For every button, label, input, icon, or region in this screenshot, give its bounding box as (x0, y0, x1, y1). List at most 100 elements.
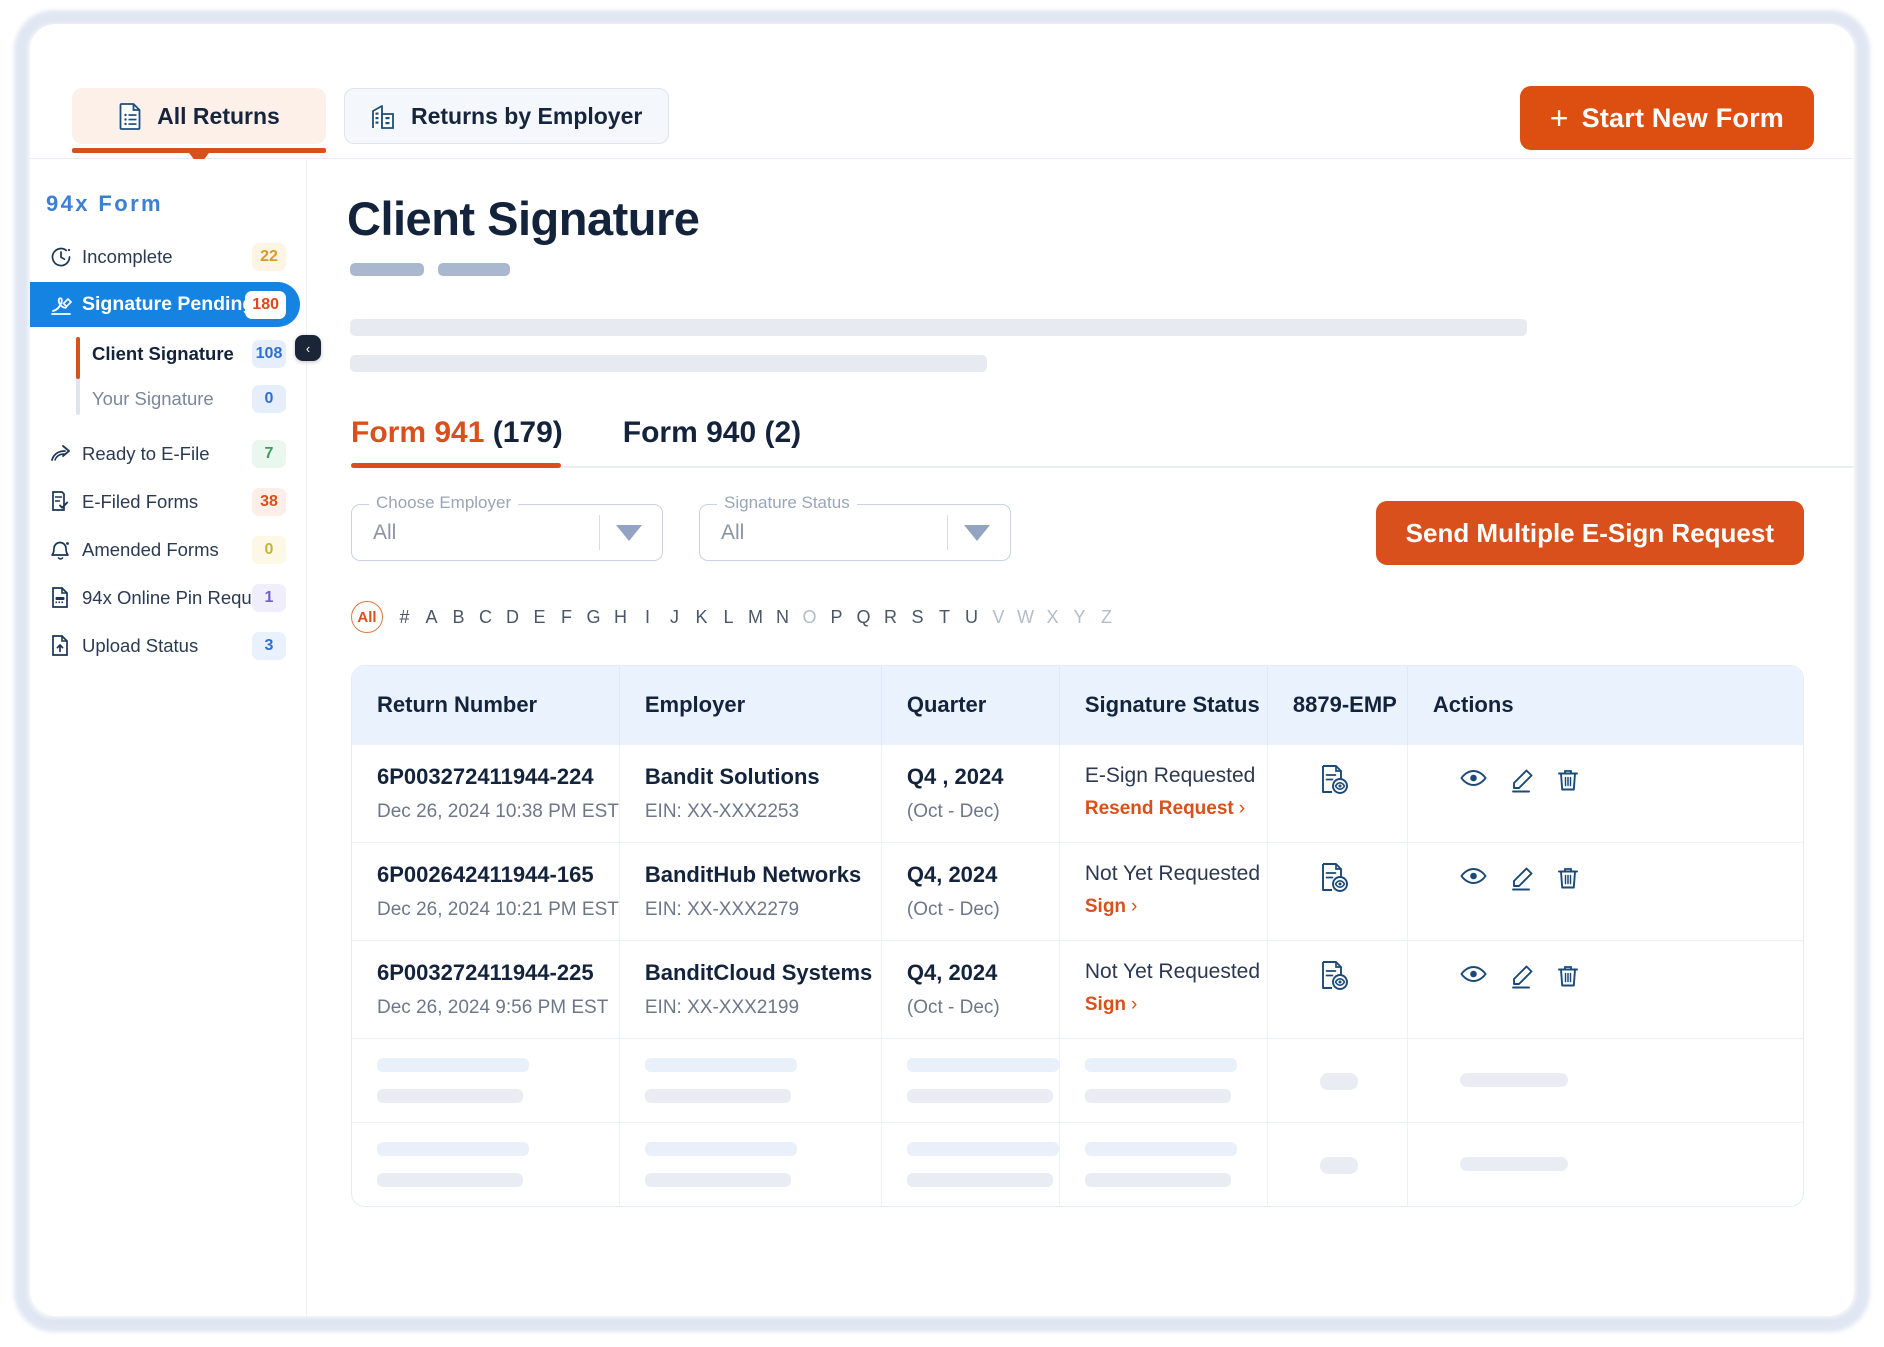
alpha-filter-j[interactable]: J (661, 607, 688, 628)
alpha-filter-v[interactable]: V (985, 607, 1012, 628)
cell-return-number: 6P002642411944-165 Dec 26, 2024 10:21 PM… (352, 842, 620, 941)
sidebar-item-94x-online-pin-request[interactable]: 94x Online Pin Request 1 (30, 575, 300, 620)
chevron-right-icon: › (1131, 896, 1138, 917)
trash-icon[interactable] (1556, 768, 1580, 793)
signature-status-action-link[interactable]: Sign › (1085, 896, 1267, 918)
eye-icon[interactable] (1460, 768, 1487, 793)
send-multiple-esign-request-button[interactable]: Send Multiple E-Sign Request (1375, 501, 1804, 565)
sidebar-title: 94x Form (46, 191, 164, 216)
tab-form-941[interactable]: Form 941 (179) (351, 416, 573, 468)
alpha-filter-p[interactable]: P (823, 607, 850, 628)
alpha-filter-r[interactable]: R (877, 607, 904, 628)
sidebar-subitem-your-signature[interactable]: Your Signature 0 (68, 376, 306, 421)
choose-employer-select[interactable]: Choose Employer All (351, 493, 663, 561)
sidebar-item-efiled-forms-label: E-Filed Forms (82, 490, 199, 512)
th-signature-status[interactable]: Signature Status (1059, 666, 1268, 745)
skeleton-pill (1319, 1157, 1358, 1174)
alpha-filter-l[interactable]: L (715, 607, 742, 628)
alpha-filter-hash[interactable]: # (391, 607, 418, 628)
sidebar-collapse-button[interactable]: ‹ (295, 335, 321, 361)
skeleton-bar (1084, 1173, 1231, 1187)
alpha-filter-all[interactable]: All (351, 601, 383, 633)
skeleton-bar (1459, 1073, 1568, 1087)
document-eye-icon[interactable] (1320, 863, 1350, 898)
pencil-icon[interactable] (1509, 866, 1534, 891)
signature-status-value: Not Yet Requested (1084, 960, 1261, 983)
sidebar-subitem-your-signature-label: Your Signature (92, 387, 214, 409)
tab-form-941-count: (179) (484, 416, 563, 449)
cell-actions (1407, 940, 1803, 1039)
alpha-filter-g[interactable]: G (580, 607, 607, 628)
tab-form-940[interactable]: Form 940 (2) (623, 416, 811, 466)
alpha-filter-a[interactable]: A (418, 607, 445, 628)
skeleton-bar (644, 1058, 797, 1072)
sidebar-badge-signature-pending: 180 (245, 290, 286, 319)
alpha-filter-s[interactable]: S (904, 607, 931, 628)
cell-skeleton (1059, 1122, 1268, 1206)
alpha-filter-n[interactable]: N (769, 607, 796, 628)
cell-skeleton (1059, 1038, 1268, 1123)
alpha-filter-f[interactable]: F (553, 607, 580, 628)
alpha-filter-m[interactable]: M (742, 607, 769, 628)
signature-status-select[interactable]: Signature Status All (699, 493, 1011, 561)
alpha-filter-i[interactable]: I (634, 607, 661, 628)
alpha-letters: # A B C D E F G H I J K L M N O P Q R S T U V W X Y Z (391, 607, 1120, 628)
sidebar-item-incomplete[interactable]: Incomplete 22 (30, 234, 300, 279)
skeleton-bar (1084, 1089, 1231, 1103)
sidebar-item-signature-pending[interactable]: Signature Pending 180 (30, 282, 300, 327)
alpha-filter-d[interactable]: D (499, 607, 526, 628)
alpha-filter-q[interactable]: Q (850, 607, 877, 628)
signature-status-action-link[interactable]: Sign › (1085, 994, 1267, 1016)
trash-icon[interactable] (1556, 964, 1580, 989)
alpha-filter-u[interactable]: U (958, 607, 985, 628)
sidebar-subitem-client-signature[interactable]: Client Signature 108 (68, 331, 306, 376)
signature-status-action-link[interactable]: Resend Request › (1085, 798, 1267, 820)
returns-table-head: Return Number Employer Quarter Signature… (352, 666, 1803, 745)
document-eye-icon[interactable] (1320, 765, 1350, 800)
tab-returns-by-employer[interactable]: Returns by Employer (344, 88, 670, 144)
sidebar-badge-ready-to-efile: 7 (252, 439, 286, 468)
alpha-filter-h[interactable]: H (607, 607, 634, 628)
sidebar-item-amended-forms[interactable]: Amended Forms 0 (30, 527, 300, 572)
pencil-icon[interactable] (1509, 768, 1534, 793)
cell-skeleton (881, 1122, 1060, 1206)
bell-icon (50, 539, 76, 561)
alpha-filter-b[interactable]: B (445, 607, 472, 628)
start-new-form-button[interactable]: + Start New Form (1519, 86, 1814, 150)
alpha-filter-y[interactable]: Y (1066, 607, 1093, 628)
chevron-down-icon[interactable] (616, 524, 642, 541)
cell-skeleton (619, 1122, 882, 1206)
document-eye-icon[interactable] (1320, 961, 1350, 996)
eye-icon[interactable] (1460, 866, 1487, 891)
alpha-filter-c[interactable]: C (472, 607, 499, 628)
pencil-icon[interactable] (1509, 964, 1534, 989)
cell-skeleton (1267, 1122, 1408, 1206)
th-8879-emp[interactable]: 8879-EMP (1267, 666, 1408, 745)
start-new-form-label: Start New Form (1581, 102, 1784, 133)
alpha-filter-e[interactable]: E (526, 607, 553, 628)
alpha-filter-t[interactable]: T (931, 607, 958, 628)
skeleton-bar (377, 1058, 529, 1072)
sidebar-item-upload-status[interactable]: Upload Status 3 (30, 623, 300, 668)
alpha-filter-z[interactable]: Z (1093, 607, 1120, 628)
table-row: 6P003272411944-225 Dec 26, 2024 9:56 PM … (352, 940, 1803, 1039)
top-bar: All Returns Returns by Employer + Start … (30, 24, 1854, 166)
alpha-filter-o[interactable]: O (796, 607, 823, 628)
trash-icon[interactable] (1556, 866, 1580, 891)
alpha-filter-x[interactable]: X (1039, 607, 1066, 628)
cell-quarter: Q4, 2024 (Oct - Dec) (881, 842, 1060, 941)
sidebar-item-upload-status-label: Upload Status (82, 634, 199, 656)
sidebar-item-ready-to-efile[interactable]: Ready to E-File 7 (30, 431, 300, 476)
tab-all-returns[interactable]: All Returns (72, 88, 326, 166)
chevron-down-icon[interactable] (964, 524, 990, 541)
sidebar-item-efiled-forms[interactable]: E-Filed Forms 38 (30, 479, 300, 524)
cell-signature-status: Not Yet Requested Sign › (1059, 842, 1268, 941)
th-employer[interactable]: Employer (619, 666, 882, 745)
th-quarter[interactable]: Quarter (881, 666, 1060, 745)
th-return-number[interactable]: Return Number (352, 666, 620, 745)
alpha-filter-k[interactable]: K (688, 607, 715, 628)
returns-table-wrapper: Return Number Employer Quarter Signature… (351, 665, 1804, 1207)
alpha-filter-w[interactable]: W (1012, 607, 1039, 628)
eye-icon[interactable] (1460, 964, 1487, 989)
cell-employer: BanditCloud Systems EIN: XX-XXX2199 (619, 940, 882, 1039)
